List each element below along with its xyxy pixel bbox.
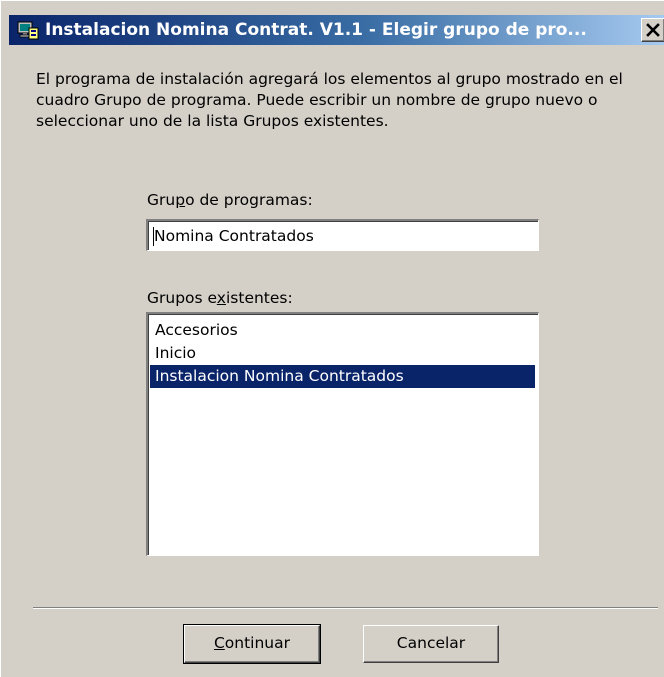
existing-groups-list[interactable]: Accesorios Inicio Instalacion Nomina Con… <box>146 312 539 556</box>
setup-app-icon <box>17 21 39 40</box>
continue-button[interactable]: Continuar <box>183 624 321 664</box>
dialog-window: Instalacion Nomina Contrat. V1.1 - Elegi… <box>0 0 664 677</box>
instructions-text: El programa de instalación agregará los … <box>36 70 623 130</box>
list-item[interactable]: Accesorios <box>150 319 535 342</box>
cancel-button[interactable]: Cancelar <box>363 625 499 663</box>
window-title: Instalacion Nomina Contrat. V1.1 - Elegi… <box>45 20 587 40</box>
separator-line <box>33 607 658 609</box>
title-bar[interactable]: Instalacion Nomina Contrat. V1.1 - Elegi… <box>9 15 664 45</box>
close-icon <box>646 23 660 37</box>
close-button[interactable] <box>641 18 664 42</box>
program-group-value: Nomina Contratados <box>154 227 314 245</box>
existing-groups-label: Grupos existentes: <box>147 289 293 307</box>
program-group-label: Grupo de programas: <box>147 191 313 209</box>
program-group-input[interactable]: Nomina Contratados <box>146 219 539 251</box>
list-item[interactable]: Inicio <box>150 342 535 365</box>
text-caret <box>153 227 154 246</box>
list-item-selected[interactable]: Instalacion Nomina Contratados <box>150 365 535 388</box>
